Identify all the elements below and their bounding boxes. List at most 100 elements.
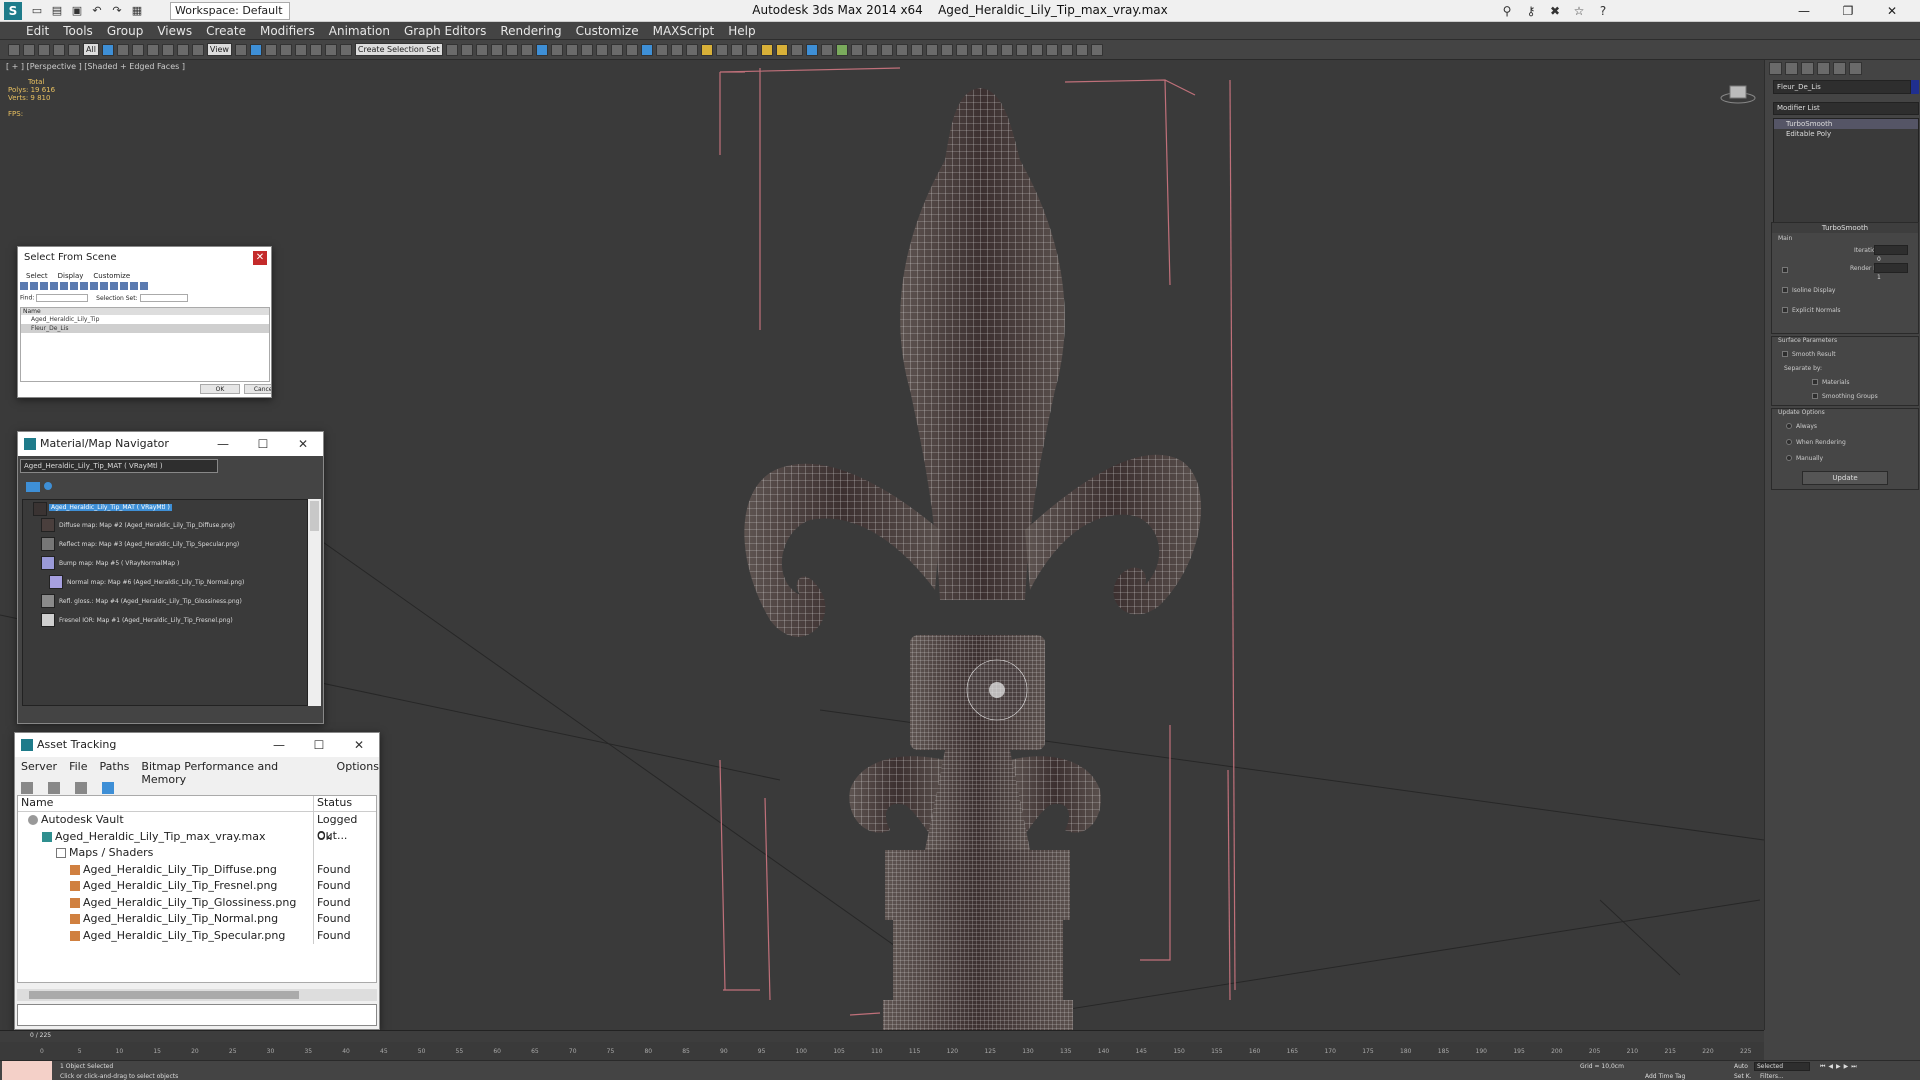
key-filters-button[interactable]: Filters... [1760, 1073, 1784, 1080]
select-invert-icon[interactable] [140, 282, 148, 290]
menu-tools[interactable]: Tools [63, 24, 93, 38]
maximize-button[interactable]: ☐ [299, 733, 339, 757]
schematic-view-icon[interactable] [520, 43, 533, 56]
redo-toolbar-icon[interactable] [23, 43, 35, 56]
display-lights-icon[interactable] [40, 282, 48, 290]
display-helpers-icon[interactable] [60, 282, 68, 290]
material-navigator-title[interactable]: Material/Map Navigator — ☐ ✕ [18, 432, 323, 456]
communication-icon[interactable]: ✖ [1545, 2, 1565, 20]
extra-tool-c-icon[interactable] [955, 43, 968, 56]
extra-tool-d-icon[interactable] [970, 43, 983, 56]
display-containers-icon[interactable] [110, 282, 118, 290]
material-path-field[interactable]: Aged_Heraldic_Lily_Tip_MAT ( VRayMtl ) [20, 459, 218, 473]
smoothing-groups-checkbox[interactable] [1812, 393, 1818, 399]
menu-graph-editors[interactable]: Graph Editors [404, 24, 486, 38]
menu-animation[interactable]: Animation [329, 24, 390, 38]
select-by-name-icon[interactable] [116, 43, 129, 56]
extra-tool-j-icon[interactable] [1060, 43, 1073, 56]
extra-tool-a-icon[interactable] [925, 43, 938, 56]
stack-item-editable-poly[interactable]: Editable Poly [1774, 129, 1918, 139]
scrollbar-thumb[interactable] [29, 991, 299, 999]
percent-snap-icon[interactable] [309, 43, 322, 56]
track-bar[interactable]: 0 5 10 15 20 25 30 35 40 45 50 55 60 65 70 75 80 85 90 95 10… [0, 1042, 1764, 1060]
link-icon[interactable] [38, 43, 50, 56]
tree-node[interactable]: Fresnel IOR: Map #1 (Aged_Heraldic_Lily_… [59, 617, 233, 624]
column-header-name[interactable]: Name [21, 308, 269, 315]
menu-modifiers[interactable]: Modifiers [260, 24, 315, 38]
manually-radio[interactable] [1786, 455, 1792, 461]
object-color-swatch[interactable] [1911, 80, 1919, 94]
named-selection-dropdown[interactable]: Create Selection Set [354, 43, 443, 56]
align-icon[interactable] [460, 43, 473, 56]
extra-tool-i-icon[interactable] [1045, 43, 1058, 56]
vray-ies-icon[interactable] [775, 43, 788, 56]
turbosmooth-rollout-title[interactable]: TurboSmooth [1772, 223, 1918, 233]
script-icon[interactable] [910, 43, 923, 56]
tree-node[interactable]: Bump map: Map #5 ( VRayNormalMap ) [59, 560, 179, 567]
mirror-icon[interactable] [445, 43, 458, 56]
select-manipulate-icon[interactable] [249, 43, 262, 56]
extra-tool-g-icon[interactable] [1015, 43, 1028, 56]
tree-node[interactable]: Normal map: Map #6 (Aged_Heraldic_Lily_T… [67, 579, 244, 586]
object-name-field[interactable]: Fleur_De_Lis [1773, 80, 1911, 94]
ok-button[interactable]: OK [200, 384, 240, 394]
vray-plane-icon[interactable] [715, 43, 728, 56]
scrollbar-thumb[interactable] [310, 501, 319, 531]
layer-manager-icon[interactable] [475, 43, 488, 56]
material-root-node[interactable]: Aged_Heraldic_Lily_Tip_MAT ( VRayMtl ) [49, 504, 172, 511]
display-xrefs-icon[interactable] [90, 282, 98, 290]
minimize-button[interactable]: — [1782, 0, 1826, 22]
extra-tool-h-icon[interactable] [1030, 43, 1043, 56]
tree-node[interactable]: Reflect map: Map #3 (Aged_Heraldic_Lily_… [59, 541, 239, 548]
vray-mesh-export-icon[interactable] [670, 43, 683, 56]
asset-path-input[interactable] [17, 1004, 377, 1026]
rotate-icon[interactable] [176, 43, 189, 56]
highlight-editable-icon[interactable] [102, 782, 115, 794]
close-icon[interactable]: ✕ [253, 251, 267, 265]
view-small-icons-icon[interactable] [44, 482, 52, 490]
workspace-dropdown[interactable]: Workspace: Default [170, 2, 290, 20]
menu-customize[interactable]: Customize [576, 24, 639, 38]
select-from-scene-title[interactable]: Select From Scene [18, 247, 271, 269]
fur-icon[interactable] [820, 43, 833, 56]
table-row[interactable]: Aged_Heraldic_Lily_Tip_Diffuse.png Found [18, 861, 376, 878]
set-key-button[interactable]: Set K. [1734, 1073, 1752, 1080]
selection-set-dropdown[interactable] [139, 294, 188, 302]
graphite-ribbon-icon[interactable] [490, 43, 503, 56]
playback-controls[interactable]: ⏮◀▶▶⏭ [1820, 1063, 1860, 1071]
spacing-tool-icon[interactable] [625, 43, 638, 56]
render-iters-checkbox[interactable] [1782, 267, 1788, 273]
select-none-icon[interactable] [130, 282, 138, 290]
time-slider[interactable]: 0 / 225 [0, 1030, 1764, 1042]
stack-item-turbosmooth[interactable]: TurboSmooth [1774, 119, 1918, 129]
display-shapes-icon[interactable] [30, 282, 38, 290]
sfs-menu-customize[interactable]: Customize [93, 272, 130, 280]
smooth-result-checkbox[interactable] [1782, 351, 1788, 357]
undo-toolbar-icon[interactable] [8, 43, 20, 56]
binoculars-icon[interactable]: ⚲ [1497, 2, 1517, 20]
list-view-icon[interactable] [21, 782, 33, 794]
explicit-normals-checkbox[interactable] [1782, 307, 1788, 313]
viewport-label[interactable]: [ + ] [Perspective ] [Shaded + Edged Fac… [6, 62, 185, 71]
isoline-display-checkbox[interactable] [1782, 287, 1788, 293]
texture-tool-icon[interactable] [865, 43, 878, 56]
utilities-tab-icon[interactable] [1849, 62, 1862, 75]
render-setup-icon[interactable] [550, 43, 563, 56]
project-folder-icon[interactable]: ▦ [128, 3, 146, 19]
extra-tool-f-icon[interactable] [1000, 43, 1013, 56]
curve-editor-icon[interactable] [505, 43, 518, 56]
display-geometry-icon[interactable] [20, 282, 28, 290]
favorites-star-icon[interactable]: ☆ [1569, 2, 1589, 20]
display-spacewarps-icon[interactable] [70, 282, 78, 290]
open-file-icon[interactable]: ▤ [48, 3, 66, 19]
reference-coordinate-dropdown[interactable]: View [206, 43, 232, 56]
array-icon[interactable] [595, 43, 608, 56]
new-file-icon[interactable]: ▭ [28, 3, 46, 19]
vray-sun-icon[interactable] [760, 43, 773, 56]
table-row[interactable]: Maps / Shaders [18, 845, 376, 862]
asset-horizontal-scrollbar[interactable] [17, 989, 377, 1001]
minimize-button[interactable]: — [203, 432, 243, 456]
update-options-label[interactable]: Update Options [1778, 409, 1825, 416]
table-row[interactable]: Aged_Heraldic_Lily_Tip_Specular.png Foun… [18, 927, 376, 944]
close-button[interactable]: ✕ [339, 733, 379, 757]
